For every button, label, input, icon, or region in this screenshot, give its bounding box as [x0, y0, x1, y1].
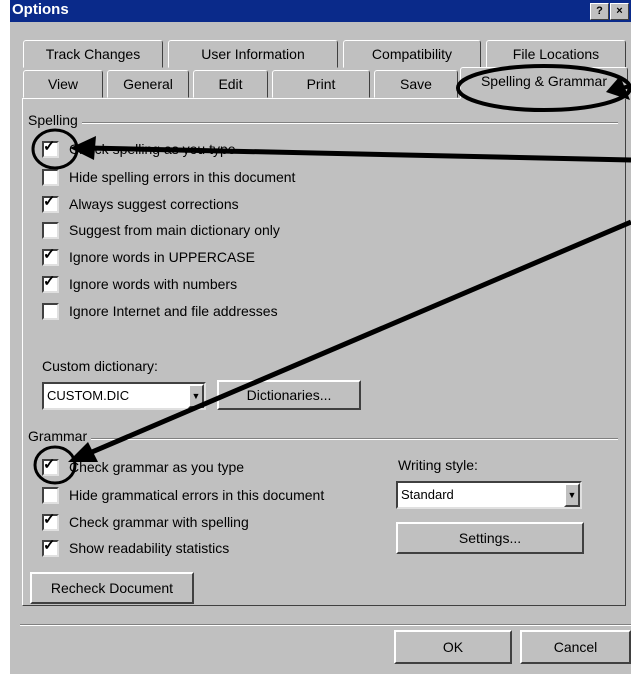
checkmark-icon: ✓ [43, 455, 56, 473]
checkbox[interactable]: ✓ [42, 192, 59, 213]
option-label: Check grammar with spelling [69, 514, 249, 530]
option-label: Check spelling as you type [69, 141, 236, 157]
check-grammar-option[interactable]: ✓ Check grammar as you type [42, 456, 244, 478]
option-label: Suggest from main dictionary only [69, 222, 280, 238]
readability-stats-option[interactable]: ✓ Show readability statistics [42, 537, 229, 559]
checkmark-icon: ✓ [43, 272, 56, 290]
main-dictionary-only-option[interactable]: ✓ Suggest from main dictionary only [42, 219, 280, 241]
hide-grammar-errors-option[interactable]: ✓ Hide grammatical errors in this docume… [42, 484, 324, 506]
tab-view[interactable]: View [23, 70, 103, 98]
chevron-down-icon[interactable]: ▼ [188, 384, 204, 408]
checkmark-icon: ✓ [43, 245, 56, 263]
footer-divider [20, 624, 631, 626]
dictionaries-button[interactable]: Dictionaries... [217, 380, 361, 410]
option-label: Check grammar as you type [69, 459, 245, 475]
spelling-divider [80, 122, 618, 124]
tab-general[interactable]: General [107, 70, 189, 98]
cancel-button[interactable]: Cancel [520, 630, 631, 664]
hide-spelling-errors-option[interactable]: ✓ Hide spelling errors in this document [42, 166, 295, 188]
tab-compatibility[interactable]: Compatibility [343, 40, 481, 68]
checkbox[interactable]: ✓ [42, 168, 59, 186]
ignore-internet-option[interactable]: ✓ Ignore Internet and file addresses [42, 300, 278, 322]
title-bar: Options ? × [10, 0, 631, 22]
settings-button[interactable]: Settings... [396, 522, 584, 554]
writing-style-label: Writing style: [398, 457, 478, 473]
ignore-uppercase-option[interactable]: ✓ Ignore words in UPPERCASE [42, 246, 255, 268]
option-label: Ignore words in UPPERCASE [69, 249, 255, 265]
grammar-group-label: Grammar [28, 428, 92, 444]
tab-user-information[interactable]: User Information [168, 40, 338, 68]
checkmark-icon: ✓ [43, 536, 56, 554]
tab-track-changes[interactable]: Track Changes [23, 40, 163, 68]
check-spelling-option[interactable]: ✓ Check spelling as you type [42, 138, 236, 160]
checkmark-icon: ✓ [43, 192, 56, 210]
writing-style-value: Standard [401, 487, 454, 502]
checkbox[interactable]: ✓ [42, 302, 59, 320]
grammar-with-spelling-option[interactable]: ✓ Check grammar with spelling [42, 511, 249, 533]
spelling-group-label: Spelling [28, 112, 82, 128]
checkbox[interactable]: ✓ [42, 137, 59, 158]
tab-save[interactable]: Save [374, 70, 458, 98]
tab-edit[interactable]: Edit [193, 70, 268, 98]
custom-dictionary-select[interactable]: CUSTOM.DIC ▼ [42, 382, 206, 410]
option-label: Always suggest corrections [69, 196, 239, 212]
checkbox[interactable]: ✓ [42, 272, 59, 293]
option-label: Hide spelling errors in this document [69, 169, 296, 185]
checkbox[interactable]: ✓ [42, 221, 59, 239]
recheck-document-button[interactable]: Recheck Document [30, 572, 194, 604]
ok-button[interactable]: OK [394, 630, 512, 664]
checkbox[interactable]: ✓ [42, 245, 59, 266]
tab-print[interactable]: Print [272, 70, 370, 98]
option-label: Hide grammatical errors in this document [69, 487, 325, 503]
window-title: Options [12, 1, 69, 18]
checkbox[interactable]: ✓ [42, 486, 59, 504]
tab-spelling-grammar[interactable]: Spelling & Grammar [460, 67, 628, 99]
custom-dictionary-value: CUSTOM.DIC [47, 388, 130, 403]
grammar-divider [90, 438, 618, 440]
checkmark-icon: ✓ [43, 510, 56, 528]
custom-dictionary-label: Custom dictionary: [42, 358, 158, 374]
checkbox[interactable]: ✓ [42, 455, 59, 476]
writing-style-select[interactable]: Standard ▼ [396, 481, 582, 509]
chevron-down-icon[interactable]: ▼ [564, 483, 580, 507]
checkbox[interactable]: ✓ [42, 536, 59, 557]
ignore-numbers-option[interactable]: ✓ Ignore words with numbers [42, 273, 237, 295]
option-label: Ignore Internet and file addresses [69, 303, 278, 319]
checkbox[interactable]: ✓ [42, 510, 59, 531]
options-dialog: Options ? × Track Changes User Informati… [10, 0, 631, 674]
close-icon[interactable]: × [610, 3, 629, 20]
option-label: Ignore words with numbers [69, 276, 238, 292]
option-label: Show readability statistics [69, 540, 230, 556]
tab-file-locations[interactable]: File Locations [486, 40, 626, 68]
help-icon[interactable]: ? [590, 3, 609, 20]
always-suggest-option[interactable]: ✓ Always suggest corrections [42, 193, 239, 215]
checkmark-icon: ✓ [43, 137, 56, 155]
